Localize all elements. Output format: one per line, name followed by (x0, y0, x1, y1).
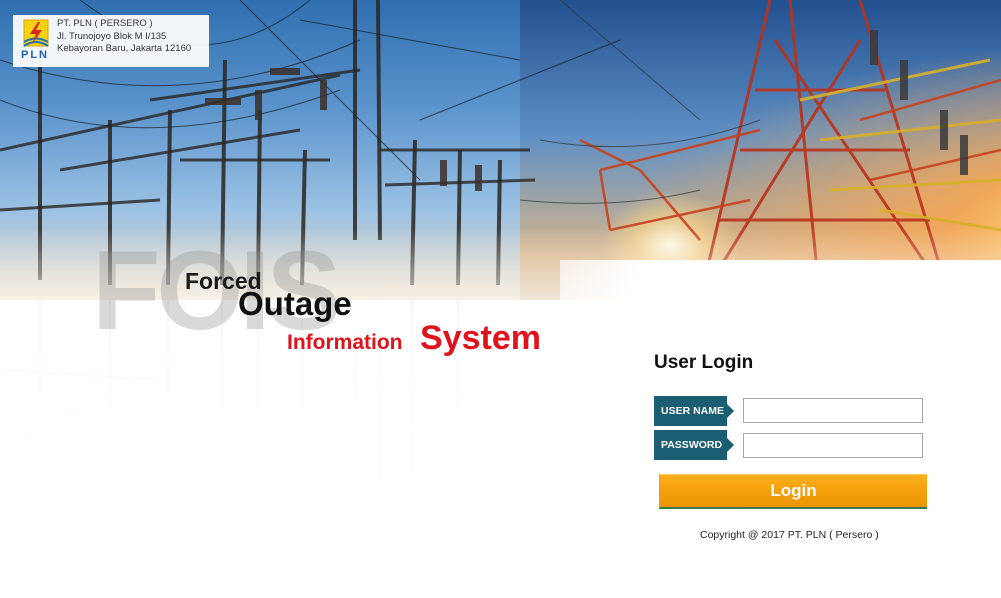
right-fade-overlay (560, 260, 1001, 598)
company-address-line1: Jl. Trunojoyo Blok M I/135 (57, 30, 167, 42)
username-input[interactable] (743, 398, 923, 423)
title-information: Information (287, 331, 403, 354)
logo-text: PLN (21, 49, 49, 61)
login-button[interactable]: Login (659, 474, 927, 509)
password-input[interactable] (743, 433, 923, 458)
title-outage: Outage (238, 285, 352, 322)
company-address-line2: Kebayoran Baru, Jakarta 12160 (57, 43, 192, 54)
password-label: PASSWORD (654, 430, 734, 460)
login-title: User Login (654, 352, 754, 373)
copyright-text: Copyright @ 2017 PT. PLN ( Persero ) (700, 529, 879, 541)
company-name: PT. PLN ( PERSERO ) (57, 18, 153, 29)
company-info: PT. PLN ( PERSERO ) Jl. Trunojoyo Blok M… (57, 18, 191, 56)
username-label: USER NAME (654, 396, 734, 426)
title-system: System (420, 319, 541, 357)
company-header: PLN PT. PLN ( PERSERO ) Jl. Trunojoyo Bl… (13, 15, 209, 67)
